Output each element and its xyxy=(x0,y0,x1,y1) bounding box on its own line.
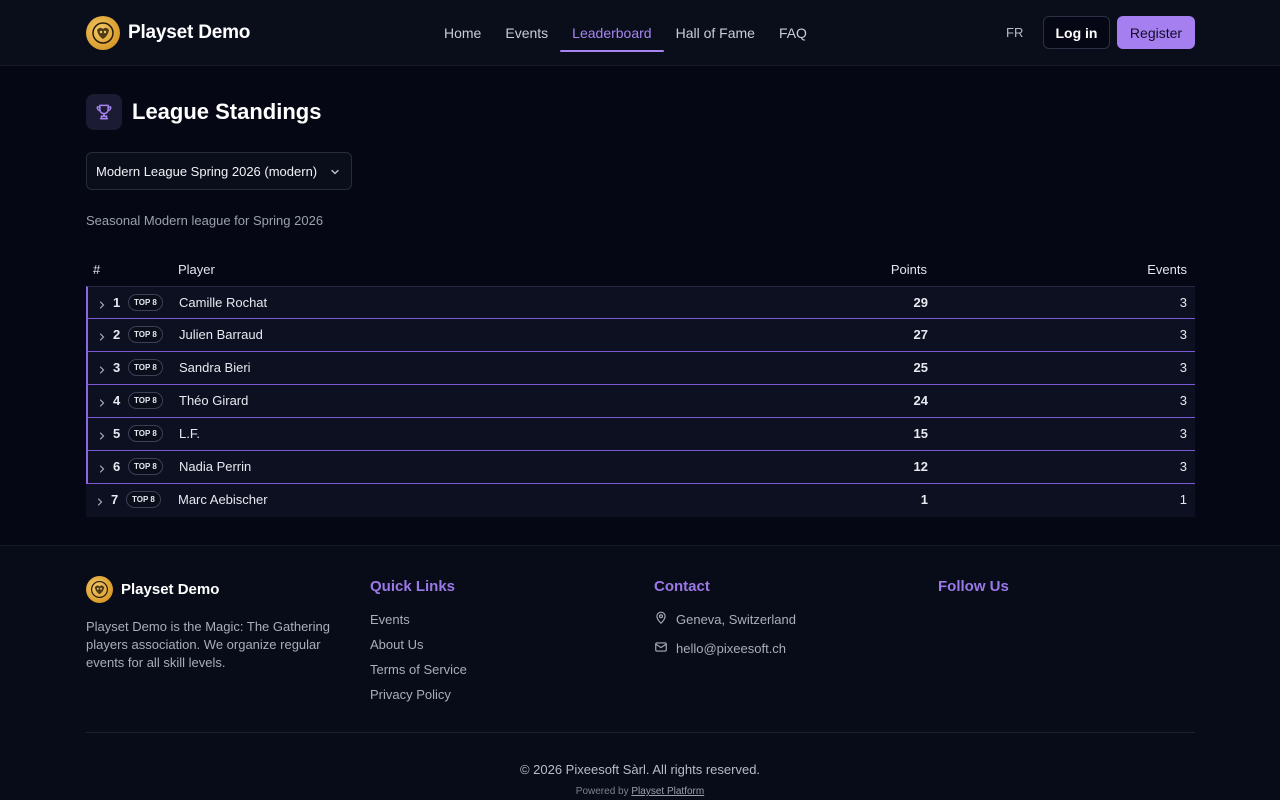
nav-home[interactable]: Home xyxy=(432,0,493,66)
powered-by: Powered by Playset Platform xyxy=(0,786,1280,797)
row-events: 1 xyxy=(1179,492,1187,507)
nav-faq[interactable]: FAQ xyxy=(767,0,819,66)
table-row[interactable]: 6 TOP 8 Nadia Perrin 12 3 xyxy=(86,451,1195,484)
row-points: 24 xyxy=(913,393,928,408)
row-events: 3 xyxy=(1179,426,1187,441)
footer-link-privacy[interactable]: Privacy Policy xyxy=(370,687,451,702)
row-rank: 5 xyxy=(113,426,121,441)
league-select[interactable]: Modern League Spring 2026 (modern) xyxy=(86,152,352,190)
row-player: Nadia Perrin xyxy=(179,459,252,474)
contact-title: Contact xyxy=(654,578,710,595)
standings-table: # Player Points Events 1 TOP 8 Camille R… xyxy=(86,254,1195,517)
contact-location: Geneva, Switzerland xyxy=(654,611,796,628)
nav-leaderboard[interactable]: Leaderboard xyxy=(560,0,664,66)
chevron-right-icon[interactable] xyxy=(97,298,107,313)
language-switch[interactable]: FR xyxy=(1006,25,1023,40)
table-row[interactable]: 3 TOP 8 Sandra Bieri 25 3 xyxy=(86,352,1195,385)
row-rank: 6 xyxy=(113,459,121,474)
footer-divider xyxy=(86,732,1195,733)
row-points: 25 xyxy=(913,360,928,375)
footer-brand: Playset Demo xyxy=(86,576,219,603)
table-row[interactable]: 7 TOP 8 Marc Aebischer 1 1 xyxy=(86,484,1195,517)
footer-link-terms[interactable]: Terms of Service xyxy=(370,662,467,677)
register-button[interactable]: Register xyxy=(1117,16,1195,49)
site-header: Playset Demo Home Events Leaderboard Hal… xyxy=(0,0,1280,66)
row-events: 3 xyxy=(1179,327,1187,342)
row-rank: 3 xyxy=(113,360,121,375)
top8-badge: TOP 8 xyxy=(128,294,163,311)
table-row[interactable]: 4 TOP 8 Théo Girard 24 3 xyxy=(86,385,1195,418)
table-row[interactable]: 1 TOP 8 Camille Rochat 29 3 xyxy=(86,286,1195,319)
row-rank: 2 xyxy=(113,327,121,342)
brand-link[interactable]: Playset Demo xyxy=(86,16,250,50)
copyright: © 2026 Pixeesoft Sàrl. All rights reserv… xyxy=(519,762,761,777)
chevron-right-icon[interactable] xyxy=(95,495,105,510)
page-title: League Standings xyxy=(132,99,322,124)
nav-events[interactable]: Events xyxy=(493,0,560,66)
row-rank: 4 xyxy=(113,393,121,408)
row-rank: 7 xyxy=(111,492,119,507)
top8-badge: TOP 8 xyxy=(128,392,163,409)
row-points: 1 xyxy=(920,492,928,507)
row-events: 3 xyxy=(1179,360,1187,375)
row-points: 27 xyxy=(913,327,928,342)
row-events: 3 xyxy=(1179,393,1187,408)
platform-link[interactable]: Playset Platform xyxy=(631,786,704,797)
col-player: Player xyxy=(178,262,215,277)
tiger-logo-icon xyxy=(86,576,113,603)
row-player: Théo Girard xyxy=(179,393,249,408)
table-header: # Player Points Events xyxy=(86,254,1195,286)
footer-brand-name: Playset Demo xyxy=(121,581,220,598)
top8-badge: TOP 8 xyxy=(128,458,163,475)
email-text[interactable]: hello@pixeesoft.ch xyxy=(676,641,786,656)
main-nav: Home Events Leaderboard Hall of Fame FAQ xyxy=(432,0,819,66)
row-points: 12 xyxy=(913,459,928,474)
table-row[interactable]: 5 TOP 8 L.F. 15 3 xyxy=(86,418,1195,451)
follow-us-title: Follow Us xyxy=(938,578,1009,595)
league-description: Seasonal Modern league for Spring 2026 xyxy=(86,213,324,228)
chevron-right-icon[interactable] xyxy=(97,363,107,378)
chevron-right-icon[interactable] xyxy=(97,462,107,477)
chevron-right-icon[interactable] xyxy=(97,429,107,444)
map-pin-icon xyxy=(654,611,668,628)
row-points: 29 xyxy=(913,295,928,310)
row-player: Marc Aebischer xyxy=(178,492,268,507)
chevron-down-icon xyxy=(329,166,341,181)
top8-badge: TOP 8 xyxy=(128,425,163,442)
tiger-logo-icon xyxy=(86,16,120,50)
brand-name: Playset Demo xyxy=(128,22,251,43)
top8-badge: TOP 8 xyxy=(128,359,163,376)
mail-icon xyxy=(654,640,668,657)
footer-link-events[interactable]: Events xyxy=(370,612,410,627)
row-player: Camille Rochat xyxy=(179,295,268,310)
row-rank: 1 xyxy=(113,295,121,310)
login-button[interactable]: Log in xyxy=(1043,16,1110,49)
footer-link-about[interactable]: About Us xyxy=(370,637,423,652)
col-events: Events xyxy=(1147,262,1187,277)
top8-badge: TOP 8 xyxy=(128,326,163,343)
row-player: Julien Barraud xyxy=(179,327,263,342)
chevron-right-icon[interactable] xyxy=(97,396,107,411)
col-points: Points xyxy=(890,262,927,277)
page-heading: League Standings xyxy=(86,94,321,130)
powered-prefix: Powered by xyxy=(575,786,629,797)
footer-description: Playset Demo is the Magic: The Gathering… xyxy=(86,619,330,670)
row-player: L.F. xyxy=(179,426,200,441)
league-select-value: Modern League Spring 2026 (modern) xyxy=(96,163,318,179)
chevron-right-icon[interactable] xyxy=(97,330,107,345)
quick-links-title: Quick Links xyxy=(370,578,456,595)
row-events: 3 xyxy=(1179,295,1187,310)
location-text: Geneva, Switzerland xyxy=(676,612,796,627)
col-rank: # xyxy=(93,262,101,277)
trophy-icon xyxy=(86,94,122,130)
table-row[interactable]: 2 TOP 8 Julien Barraud 27 3 xyxy=(86,319,1195,352)
nav-hall-of-fame[interactable]: Hall of Fame xyxy=(664,0,767,66)
site-footer: Playset Demo Playset Demo is the Magic: … xyxy=(0,545,1280,800)
top8-badge: TOP 8 xyxy=(126,491,161,508)
row-events: 3 xyxy=(1179,459,1187,474)
contact-email[interactable]: hello@pixeesoft.ch xyxy=(654,640,786,657)
row-points: 15 xyxy=(913,426,928,441)
row-player: Sandra Bieri xyxy=(179,360,251,375)
